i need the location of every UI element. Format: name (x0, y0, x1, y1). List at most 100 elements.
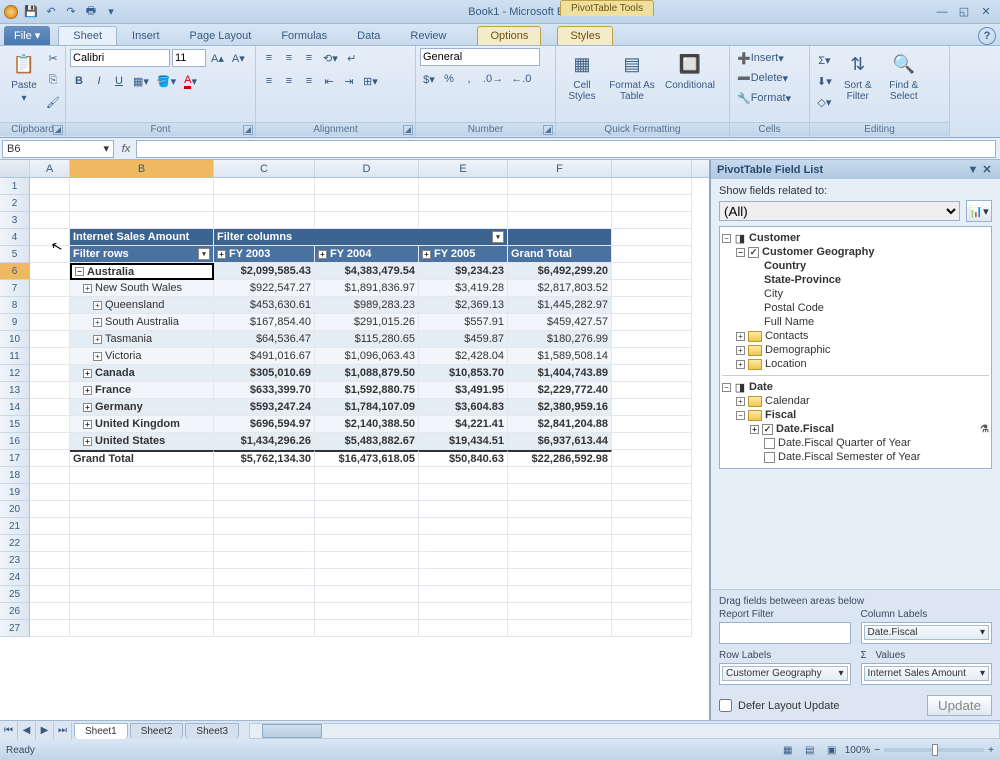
cell[interactable] (70, 552, 214, 569)
cell[interactable]: +FY 2004 (315, 246, 419, 263)
cell[interactable] (612, 501, 692, 518)
cell[interactable] (612, 280, 692, 297)
cell[interactable] (508, 195, 612, 212)
cell[interactable] (214, 467, 315, 484)
cell[interactable] (419, 552, 508, 569)
cell[interactable]: Grand Total (508, 246, 612, 263)
cell[interactable] (612, 263, 692, 280)
cell[interactable] (419, 501, 508, 518)
cell[interactable]: +United Kingdom (70, 416, 214, 433)
column-chip[interactable]: Date.Fiscal▾ (864, 625, 990, 640)
cell[interactable]: $6,492,299.20 (508, 263, 612, 280)
cell[interactable] (214, 178, 315, 195)
cell[interactable] (315, 535, 419, 552)
cell[interactable] (419, 484, 508, 501)
cell[interactable] (419, 518, 508, 535)
cell[interactable]: $167,854.40 (214, 314, 315, 331)
cell[interactable] (612, 603, 692, 620)
copy-icon[interactable]: ⎘ (43, 70, 63, 90)
cell[interactable] (70, 518, 214, 535)
cell[interactable] (612, 365, 692, 382)
sheet-nav-first-icon[interactable]: ⏮ (0, 722, 18, 740)
row-header-16[interactable]: 16 (0, 433, 30, 450)
row-header-18[interactable]: 18 (0, 467, 30, 484)
cell[interactable]: $3,419.28 (419, 280, 508, 297)
field-date[interactable]: −◨Date (722, 380, 989, 394)
cell[interactable] (214, 518, 315, 535)
cell[interactable] (214, 586, 315, 603)
cell[interactable] (612, 416, 692, 433)
cell[interactable]: $9,234.23 (419, 263, 508, 280)
cell[interactable]: +Tasmania (70, 331, 214, 348)
name-box[interactable]: B6▾ (2, 140, 114, 158)
cut-icon[interactable]: ✂ (43, 48, 63, 68)
select-all-corner[interactable] (0, 160, 30, 177)
row-header-8[interactable]: 8 (0, 297, 30, 314)
clear-icon[interactable]: ◇▾ (814, 92, 835, 112)
cell[interactable] (612, 314, 692, 331)
cell[interactable] (315, 518, 419, 535)
cell[interactable]: $989,283.23 (315, 297, 419, 314)
tab-styles[interactable]: Styles (557, 26, 613, 45)
align-left-icon[interactable]: ≡ (260, 71, 278, 91)
row-header-27[interactable]: 27 (0, 620, 30, 637)
decrease-indent-icon[interactable]: ⇤ (320, 71, 338, 91)
cell[interactable] (214, 569, 315, 586)
decrease-decimal-icon[interactable]: ←.0 (508, 69, 534, 89)
cell[interactable] (612, 586, 692, 603)
zoom-level[interactable]: 100% (845, 745, 871, 756)
row-header-2[interactable]: 2 (0, 195, 30, 212)
cell[interactable]: $459,427.57 (508, 314, 612, 331)
cell[interactable] (30, 399, 70, 416)
expand-row-icon[interactable]: + (83, 386, 92, 395)
row-header-24[interactable]: 24 (0, 569, 30, 586)
comma-icon[interactable]: , (460, 69, 478, 89)
cell[interactable]: $22,286,592.98 (508, 450, 612, 467)
cell[interactable]: −Australia (70, 263, 214, 280)
close-button[interactable]: ✕ (976, 4, 996, 20)
cell[interactable] (612, 382, 692, 399)
cell[interactable]: $2,099,585.43 (214, 263, 315, 280)
field-list-dropdown-icon[interactable]: ▼ (966, 164, 980, 176)
expand-row-icon[interactable]: + (93, 335, 102, 344)
cell[interactable] (508, 535, 612, 552)
italic-button[interactable]: I (90, 71, 108, 91)
cell[interactable]: +Queensland (70, 297, 214, 314)
number-format-combo[interactable] (420, 48, 540, 66)
sheet-nav-next-icon[interactable]: ▶ (36, 722, 54, 740)
row-header-25[interactable]: 25 (0, 586, 30, 603)
cell[interactable]: +FY 2003 (214, 246, 315, 263)
restore-button[interactable]: ◱ (954, 4, 974, 20)
align-center-icon[interactable]: ≡ (280, 71, 298, 91)
layout-options-button[interactable]: 📊▾ (966, 200, 992, 222)
sheet-tab-3[interactable]: Sheet3 (185, 723, 239, 739)
tab-insert[interactable]: Insert (117, 26, 175, 45)
row-chip[interactable]: Customer Geography▾ (722, 666, 848, 681)
cell[interactable]: $593,247.24 (214, 399, 315, 416)
format-cells-button[interactable]: 🔧 Format ▾ (734, 88, 794, 108)
cell[interactable] (30, 314, 70, 331)
clipboard-dialog-icon[interactable]: ◢ (53, 125, 63, 135)
cell[interactable] (30, 569, 70, 586)
cell[interactable]: $19,434.51 (419, 433, 508, 450)
cell[interactable] (612, 229, 692, 246)
cell[interactable] (315, 501, 419, 518)
cell[interactable]: $50,840.63 (419, 450, 508, 467)
cell[interactable]: $3,491.95 (419, 382, 508, 399)
field-location[interactable]: +Location (722, 357, 989, 371)
show-fields-select[interactable]: (All) (719, 201, 960, 221)
tab-data[interactable]: Data (342, 26, 395, 45)
fx-icon[interactable]: fx (116, 143, 136, 155)
tab-page-layout[interactable]: Page Layout (175, 26, 267, 45)
field-date-fiscal[interactable]: +✓Date.Fiscal⚗ (722, 422, 989, 436)
cell[interactable] (30, 263, 70, 280)
view-normal-icon[interactable]: ▦ (779, 740, 797, 760)
merge-center-icon[interactable]: ⊞▾ (360, 71, 381, 91)
row-header-6[interactable]: 6 (0, 263, 30, 280)
spreadsheet-grid[interactable]: A B C D E F ↖ 1234 Internet Sales Amount… (0, 160, 710, 720)
cell[interactable] (30, 552, 70, 569)
cell[interactable] (70, 501, 214, 518)
cell[interactable] (70, 620, 214, 637)
cell[interactable]: $5,483,882.67 (315, 433, 419, 450)
cell[interactable] (214, 603, 315, 620)
